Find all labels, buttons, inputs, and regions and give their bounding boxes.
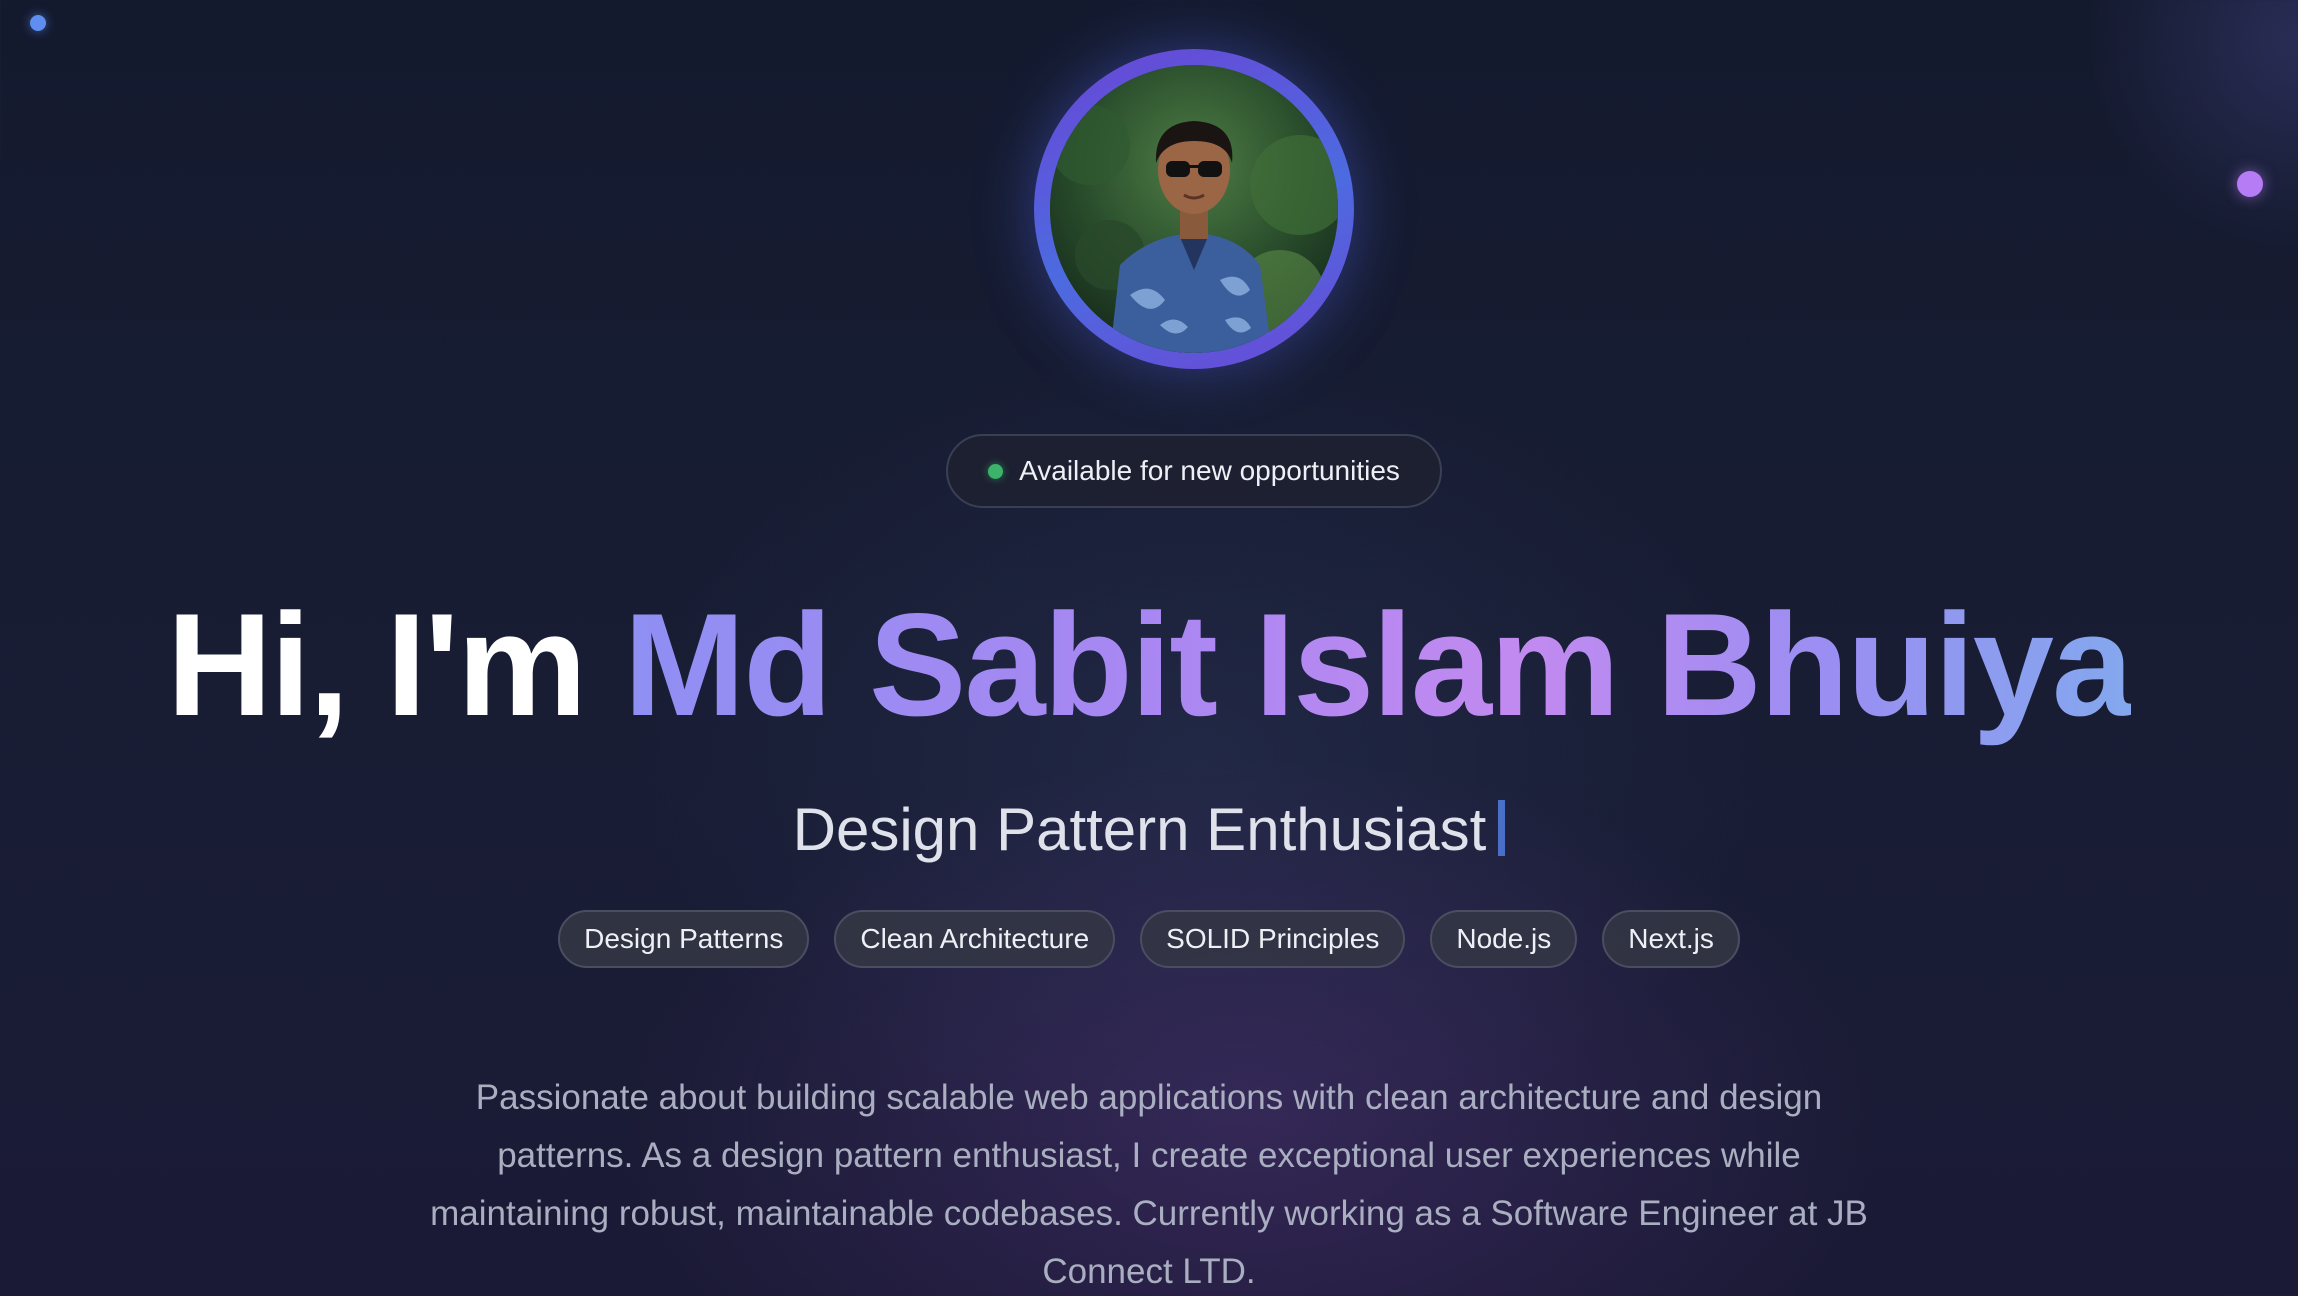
skill-tag: Node.js	[1430, 910, 1578, 968]
avatar	[1050, 65, 1338, 353]
availability-badge: Available for new opportunities	[946, 434, 1442, 508]
name-text: Md Sabit Islam Bhuiya	[623, 583, 2134, 746]
decorative-dot-purple	[2237, 171, 2263, 197]
skill-tag: Next.js	[1602, 910, 1740, 968]
typing-caret-icon	[1498, 800, 1506, 856]
skill-tags: Design Patterns Clean Architecture SOLID…	[0, 910, 2298, 968]
skill-tag: Design Patterns	[558, 910, 810, 968]
role-subtitle: Design Pattern Enthusiast	[0, 792, 2298, 868]
bio-paragraph: Passionate about building scalable web a…	[430, 1078, 1868, 1291]
status-dot-icon	[988, 463, 1004, 479]
avatar-photo	[1050, 65, 1338, 353]
greeting-text: Hi, I'm	[166, 583, 587, 746]
decorative-dot-blue	[30, 15, 46, 31]
skill-tag: SOLID Principles	[1140, 910, 1406, 968]
hero-headline: Hi, I'm Md Sabit Islam Bhuiya	[0, 580, 2298, 750]
avatar-ring	[1034, 49, 1354, 369]
availability-text: Available for new opportunities	[1019, 455, 1400, 486]
skill-tag: Clean Architecture	[834, 910, 1116, 968]
role-text: Design Pattern Enthusiast	[792, 796, 1487, 863]
